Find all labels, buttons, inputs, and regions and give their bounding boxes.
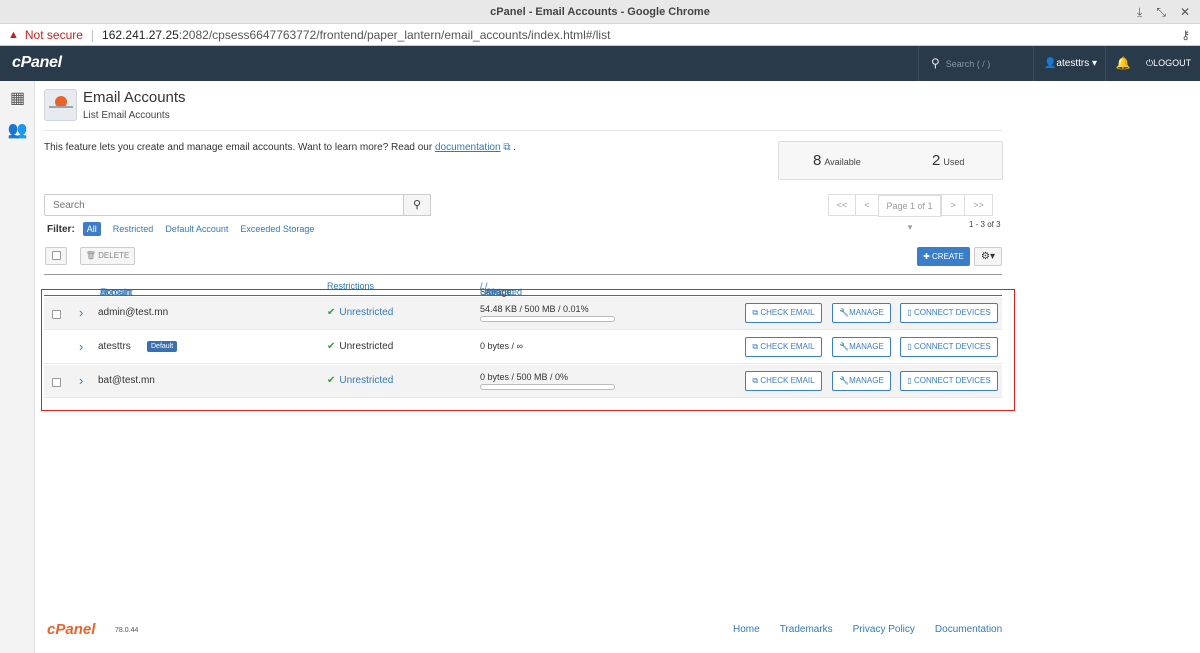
page-title: Email Accounts xyxy=(83,89,186,106)
delete-button[interactable]: 🗑 DELETE xyxy=(80,247,135,265)
used-label: Used xyxy=(943,157,965,167)
footer-link-privacy[interactable]: Privacy Policy xyxy=(853,624,915,635)
logout-button[interactable]: ⏻LOGOUT xyxy=(1146,46,1191,81)
logout-label: LOGOUT xyxy=(1153,58,1192,68)
minimize-icon[interactable]: ⤓ xyxy=(1137,0,1142,24)
key-icon[interactable]: ⚷ xyxy=(1181,28,1190,42)
first-page-button[interactable]: << xyxy=(828,194,856,216)
filter-default-account[interactable]: Default Account xyxy=(165,224,228,234)
next-page-button[interactable]: > xyxy=(941,194,965,216)
caret-down-icon: ▾ xyxy=(1092,58,1098,69)
filter-label: Filter: xyxy=(47,223,75,235)
footer-cpanel-logo[interactable]: cPanel xyxy=(47,621,95,638)
delete-label: DELETE xyxy=(98,251,130,260)
available-count: 8 xyxy=(813,152,822,169)
user-icon: 👤 xyxy=(1043,58,1057,69)
url-text[interactable]: 162.241.27.25:2082/cpsess6647763772/fron… xyxy=(102,28,610,42)
footer-link-trademarks[interactable]: Trademarks xyxy=(780,624,833,635)
email-accounts-icon xyxy=(44,89,77,121)
window-titlebar: cPanel - Email Accounts - Google Chrome … xyxy=(0,0,1200,24)
filter-bar: Filter: All Restricted Default Account E… xyxy=(47,222,314,236)
create-label: CREATE xyxy=(932,252,964,261)
trash-icon: 🗑 xyxy=(85,251,96,260)
footer-link-documentation[interactable]: Documentation xyxy=(935,624,1002,635)
grid-apps-icon[interactable]: ▦ xyxy=(0,83,35,115)
intro-sentence: This feature lets you create and manage … xyxy=(44,142,433,153)
quick-search-placeholder: Search ( / ) xyxy=(945,59,991,69)
page-select[interactable]: Page 1 of 1 ▾ xyxy=(878,194,942,232)
settings-dropdown-button[interactable]: ⚙▾ xyxy=(974,247,1002,266)
url-host: 162.241.27.25 xyxy=(102,27,179,42)
intro-text: This feature lets you create and manage … xyxy=(44,142,516,153)
used-count: 2 xyxy=(932,152,941,169)
left-sidebar: ▦ 👥 xyxy=(0,81,35,653)
documentation-link[interactable]: documentation xyxy=(435,142,501,153)
footer-link-home[interactable]: Home xyxy=(733,624,760,635)
prev-page-button[interactable]: < xyxy=(855,194,879,216)
record-count: 1 - 3 of 3 xyxy=(969,220,1001,229)
available-stat: 8 Available xyxy=(813,152,861,169)
filter-exceeded-storage[interactable]: Exceeded Storage xyxy=(240,224,314,234)
notifications-bell-icon[interactable]: 🔔 xyxy=(1108,46,1138,81)
create-button[interactable]: ✚ CREATE xyxy=(917,247,970,266)
quick-search[interactable]: ⚲ Search ( / ) xyxy=(918,46,1034,81)
search-button[interactable]: ⚲ xyxy=(403,194,431,216)
username: atesttrs xyxy=(1056,58,1090,69)
page-subtitle: List Email Accounts xyxy=(83,110,170,121)
user-menu[interactable]: 👤atesttrs ▾ xyxy=(1036,46,1106,81)
intro-tail: . xyxy=(513,142,517,153)
filter-all[interactable]: All xyxy=(82,222,101,236)
highlight-box xyxy=(41,289,1015,411)
window-title: cPanel - Email Accounts - Google Chrome xyxy=(490,6,710,18)
gear-icon: ⚙ xyxy=(981,251,990,262)
external-link-icon[interactable]: ⧉ xyxy=(501,142,510,153)
version-label: 78.0.44 xyxy=(115,627,139,634)
top-navbar: cPanel ⚲ Search ( / ) 👤atesttrs ▾ 🔔 ⏻LOGO… xyxy=(0,46,1200,81)
address-divider: | xyxy=(90,27,95,42)
search-input[interactable] xyxy=(44,194,404,216)
close-icon[interactable]: ✕ xyxy=(1180,0,1190,24)
available-label: Available xyxy=(824,157,861,167)
pagination: << < Page 1 of 1 ▾ > >> xyxy=(828,194,993,232)
cpanel-logo[interactable]: cPanel xyxy=(12,54,62,72)
caret-down-icon: ▾ xyxy=(989,251,995,262)
filter-restricted[interactable]: Restricted xyxy=(113,224,154,234)
account-stats: 8 Available 2 Used xyxy=(778,141,1003,180)
header-divider xyxy=(44,130,1002,131)
used-stat: 2 Used xyxy=(932,152,964,169)
page-label: Page 1 of 1 xyxy=(878,195,941,217)
search-icon: ⚲ xyxy=(931,56,940,70)
plus-icon: ✚ xyxy=(923,252,930,261)
url-path: :2082/cpsess6647763772/frontend/paper_la… xyxy=(178,27,611,42)
window-controls: ⤓ ⤡ ✕ xyxy=(1137,0,1190,24)
last-page-button[interactable]: >> xyxy=(964,194,993,216)
search-icon: ⚲ xyxy=(412,199,422,211)
select-all-checkbox[interactable] xyxy=(45,247,67,265)
footer-links: Home Trademarks Privacy Policy Documenta… xyxy=(733,624,1002,635)
main-content: Email Accounts List Email Accounts This … xyxy=(35,81,1200,653)
warning-icon: ▲ xyxy=(8,28,19,41)
address-bar[interactable]: ▲ Not secure | 162.241.27.25:2082/cpsess… xyxy=(0,24,1200,46)
security-label[interactable]: Not secure xyxy=(25,28,83,42)
restore-icon[interactable]: ⤡ xyxy=(1156,0,1166,24)
users-group-icon[interactable]: 👥 xyxy=(0,115,35,147)
